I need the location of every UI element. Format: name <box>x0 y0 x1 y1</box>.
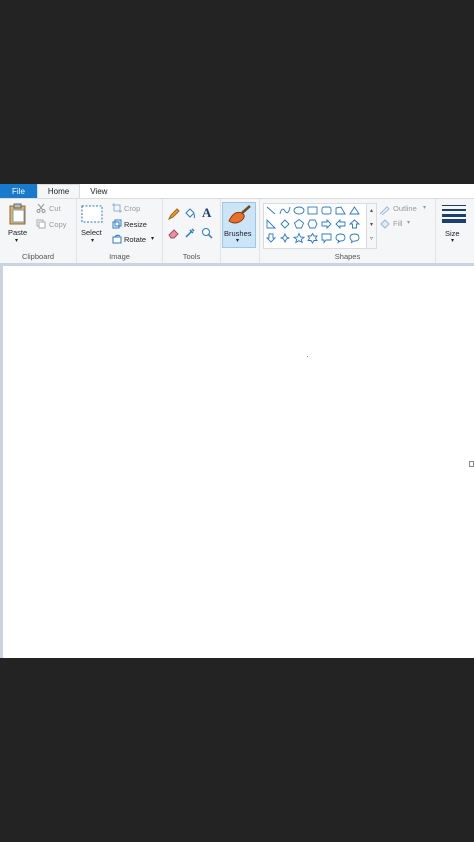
crop-icon[interactable] <box>112 203 122 213</box>
triangle-shape-icon <box>349 206 360 215</box>
crop-button[interactable]: Crop <box>124 204 140 213</box>
paint-window: File Home View Paste ▾ Cut Copy Clipboar… <box>0 184 474 658</box>
brushes-group: Brushes ▾ <box>221 199 260 263</box>
canvas-pixel <box>307 356 308 357</box>
oval-shape-icon <box>293 206 305 215</box>
left-arrow-shape-icon <box>335 218 346 230</box>
diamond-shape-icon <box>280 219 290 229</box>
paste-button[interactable]: Paste <box>8 228 27 237</box>
right-arrow-shape-icon <box>321 218 332 230</box>
paste-dropdown-icon[interactable]: ▾ <box>15 237 18 244</box>
clipboard-group: Paste ▾ Cut Copy Clipboard <box>0 199 77 263</box>
curve-shape-icon <box>279 206 291 215</box>
up-arrow-shape-icon <box>348 219 361 229</box>
size-group: Size ▾ <box>436 199 474 263</box>
clipboard-group-label: Clipboard <box>21 252 55 261</box>
fill-icon[interactable] <box>379 219 391 230</box>
outline-icon[interactable] <box>379 204 391 215</box>
shapes-scrollbar[interactable]: ▴ ▾ ▿ <box>366 203 377 249</box>
color-picker-icon[interactable] <box>184 227 196 239</box>
eraser-icon[interactable] <box>168 227 180 239</box>
image-group: Select ▾ Crop Resize Rotate ▾ Image <box>77 199 163 263</box>
cut-icon[interactable] <box>36 203 46 213</box>
down-arrow-shape-icon <box>265 233 277 243</box>
paste-icon[interactable] <box>8 203 28 225</box>
polygon-shape-icon <box>335 206 346 215</box>
tools-group-label: Tools <box>182 252 201 261</box>
canvas-workspace <box>0 263 474 658</box>
ribbon: Paste ▾ Cut Copy Clipboard Select ▾ Crop… <box>0 198 474 264</box>
tab-file[interactable]: File <box>0 184 37 198</box>
rotate-dropdown-icon[interactable]: ▾ <box>151 235 154 242</box>
tools-group: A Tools <box>163 199 221 263</box>
shapes-group: ▴ ▾ ▿ Outline ▾ Fill ▾ Shapes <box>260 199 436 263</box>
fill-bucket-icon[interactable] <box>184 208 196 220</box>
ribbon-tabs: File Home View <box>0 184 474 198</box>
brushes-dropdown-icon[interactable]: ▾ <box>236 237 239 244</box>
resize-button[interactable]: Resize <box>124 220 147 229</box>
line-shape-icon <box>266 206 276 215</box>
six-point-star-shape-icon <box>307 232 318 244</box>
size-dropdown-icon[interactable]: ▾ <box>451 237 454 244</box>
hexagon-shape-icon <box>307 219 318 229</box>
rotate-icon[interactable] <box>112 234 122 244</box>
size-icon[interactable] <box>442 205 466 223</box>
rectangle-shape-icon <box>307 206 318 215</box>
four-point-star-shape-icon <box>279 232 291 244</box>
magnifier-icon[interactable] <box>201 227 213 239</box>
select-dropdown-icon[interactable]: ▾ <box>91 237 94 244</box>
select-icon[interactable] <box>81 205 103 223</box>
drawing-canvas[interactable] <box>3 266 474 658</box>
right-triangle-shape-icon <box>266 218 277 229</box>
oval-callout-shape-icon <box>335 233 346 244</box>
canvas-resize-handle[interactable] <box>469 461 474 467</box>
select-button[interactable]: Select <box>81 228 102 237</box>
tab-home[interactable]: Home <box>36 184 81 198</box>
fill-dropdown-icon[interactable]: ▾ <box>407 219 410 226</box>
copy-button[interactable]: Copy <box>49 220 67 229</box>
image-group-label: Image <box>109 252 130 261</box>
text-tool-icon[interactable]: A <box>202 205 211 221</box>
outline-dropdown-icon[interactable]: ▾ <box>423 204 426 211</box>
resize-icon[interactable] <box>112 219 122 229</box>
fill-button[interactable]: Fill <box>393 219 403 228</box>
rounded-rectangle-shape-icon <box>321 206 332 215</box>
shapes-group-label: Shapes <box>334 252 361 261</box>
brush-icon[interactable] <box>226 204 252 226</box>
rectangular-callout-shape-icon <box>321 233 332 244</box>
rotate-button[interactable]: Rotate <box>124 235 146 244</box>
pencil-icon[interactable] <box>168 208 180 220</box>
outline-button[interactable]: Outline <box>393 204 417 213</box>
cut-button[interactable]: Cut <box>49 204 61 213</box>
copy-icon[interactable] <box>36 219 46 229</box>
shapes-gallery <box>263 203 367 249</box>
shapes-gallery-icons[interactable] <box>264 204 366 248</box>
pentagon-shape-icon <box>293 218 305 229</box>
five-point-star-shape-icon <box>292 232 306 244</box>
tab-view[interactable]: View <box>80 184 117 198</box>
cloud-callout-shape-icon <box>349 233 360 244</box>
